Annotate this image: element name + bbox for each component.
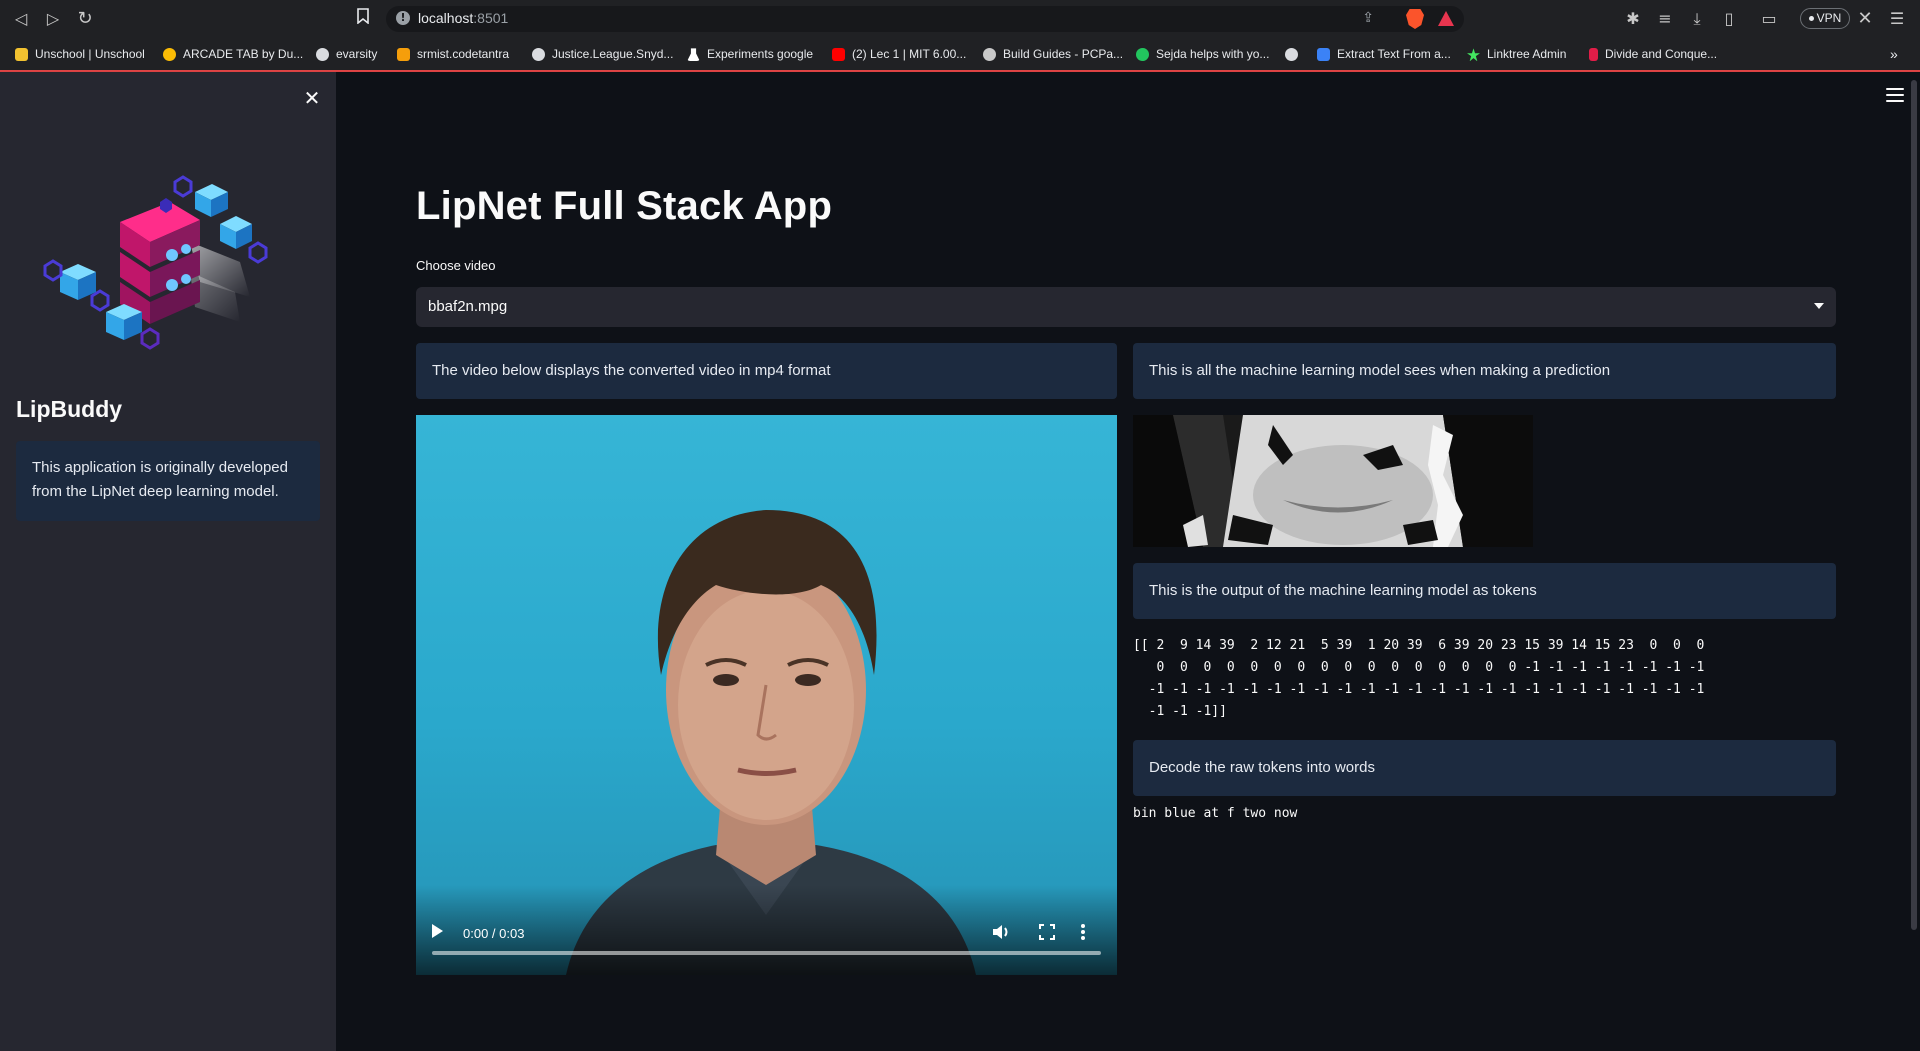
select-label: Choose video: [416, 258, 496, 273]
flask-icon: [687, 48, 700, 62]
menu-icon[interactable]: ☰: [1886, 8, 1908, 30]
bookmark-label: ARCADE TAB by Du...: [183, 47, 304, 61]
extensions-icon[interactable]: ✱: [1622, 8, 1644, 30]
bookmark-label: Sejda helps with yo...: [1156, 47, 1270, 61]
bookmark-label: Extract Text From a...: [1337, 47, 1451, 61]
decoded-words-output: bin blue at f two now: [1133, 806, 1298, 821]
linktree-icon: [1467, 48, 1480, 62]
decode-info-box: Decode the raw tokens into words: [1133, 740, 1836, 796]
profile-icon[interactable]: ✕: [1854, 8, 1876, 30]
wallet-icon[interactable]: ▭: [1758, 8, 1780, 30]
fullscreen-icon[interactable]: [1038, 923, 1056, 941]
bookmark-label: Experiments google: [707, 47, 814, 61]
sidebar-toggle-icon[interactable]: ▯: [1718, 8, 1740, 30]
vpn-label: VPN: [1816, 11, 1842, 25]
video-time: 0:00 / 0:03: [463, 926, 525, 941]
main-content: LipNet Full Stack App Choose video bbaf2…: [336, 72, 1920, 1051]
browser-toolbar: ◁ ▷ ↻ ! localhost:8501 ⇪ ✱ ≡ ⤓ ▯ ▭ VPN ✕…: [0, 0, 1920, 38]
codetantra-icon: [397, 48, 410, 62]
raw-tokens-output: [[ 2 9 14 39 2 12 21 5 39 1 20 39 6 39 2…: [1133, 638, 1705, 719]
back-icon[interactable]: ◁: [10, 8, 32, 30]
extract-icon: [1317, 48, 1330, 62]
bookmark-divide-conquer[interactable]: Divide and Conque...: [1589, 44, 1717, 64]
forward-icon[interactable]: ▷: [42, 8, 64, 30]
globe-icon: [1285, 48, 1298, 62]
youtube-icon: [832, 48, 845, 62]
vpn-button[interactable]: VPN: [1800, 8, 1850, 29]
address-bar[interactable]: ! localhost:8501 ⇪: [386, 6, 1464, 32]
model-input-frame: [1133, 415, 1533, 547]
share-icon[interactable]: ⇪: [1362, 10, 1374, 26]
bookmark-label: Unschool | Unschool: [35, 47, 145, 61]
playlist-icon[interactable]: ≡: [1654, 8, 1676, 30]
bookmark-arcade-tab[interactable]: ARCADE TAB by Du...: [163, 44, 303, 64]
bookmark-label: Build Guides - PCPa...: [1003, 47, 1124, 61]
google-icon: [163, 48, 176, 62]
browser-chrome: ◁ ▷ ↻ ! localhost:8501 ⇪ ✱ ≡ ⤓ ▯ ▭ VPN ✕…: [0, 0, 1920, 72]
close-sidebar-icon[interactable]: ✕: [300, 86, 324, 110]
more-bookmarks-icon[interactable]: »: [1890, 44, 1898, 64]
bookmark-label: Justice.League.Snyd...: [552, 47, 674, 61]
play-icon[interactable]: [432, 924, 443, 938]
video-info-box: The video below displays the converted v…: [416, 343, 1117, 399]
chevron-down-icon: [1814, 303, 1824, 309]
bookmark-evarsity[interactable]: evarsity: [316, 44, 377, 64]
globe-icon: [316, 48, 329, 62]
bookmark-extract-text[interactable]: Extract Text From a...: [1317, 44, 1451, 64]
bookmarks-bar: Unschool | Unschool ARCADE TAB by Du... …: [0, 38, 1920, 70]
main-menu-icon[interactable]: [1886, 88, 1904, 102]
sidebar: ✕ LipBuddy This application is originall…: [0, 72, 336, 1051]
bookmark-pcpartpicker[interactable]: Build Guides - PCPa...: [983, 44, 1123, 64]
bookmark-red-icon: [1589, 48, 1598, 62]
bookmark-justice-league[interactable]: Justice.League.Snyd...: [532, 44, 673, 64]
bookmark-unschool[interactable]: Unschool | Unschool: [15, 44, 145, 64]
pcpartpicker-icon: [983, 48, 996, 62]
sidebar-title: LipBuddy: [16, 396, 123, 422]
tokens-info-box: This is the output of the machine learni…: [1133, 563, 1836, 619]
bookmark-page-icon[interactable]: [352, 8, 374, 30]
sidebar-info-box: This application is originally developed…: [16, 441, 320, 521]
bookmark-linktree[interactable]: Linktree Admin: [1467, 44, 1566, 64]
page-scrollbar[interactable]: [1911, 80, 1917, 930]
brave-shields-icon[interactable]: [1406, 9, 1424, 29]
url-text: localhost:8501: [418, 10, 508, 26]
more-options-icon[interactable]: [1080, 922, 1086, 942]
model-input-info-box: This is all the machine learning model s…: [1133, 343, 1836, 399]
bookmark-codetantra[interactable]: srmist.codetantra: [397, 44, 509, 64]
volume-icon[interactable]: [991, 922, 1011, 942]
server-illustration-logo: [40, 172, 300, 362]
bookmark-sejda[interactable]: Sejda helps with yo...: [1136, 44, 1269, 64]
sejda-icon: [1136, 48, 1149, 62]
url-host: localhost: [418, 10, 474, 26]
download-icon[interactable]: ⤓: [1686, 8, 1708, 30]
vpn-status-dot-icon: [1808, 16, 1814, 22]
video-progress-bar[interactable]: [432, 951, 1101, 955]
url-port: :8501: [473, 10, 509, 26]
unschool-icon: [15, 48, 28, 62]
bookmark-label: (2) Lec 1 | MIT 6.00...: [852, 47, 967, 61]
video-select[interactable]: bbaf2n.mpg: [416, 287, 1836, 327]
site-info-icon[interactable]: !: [396, 11, 410, 25]
reload-icon[interactable]: ↻: [74, 8, 96, 30]
page-title: LipNet Full Stack App: [416, 184, 833, 228]
video-player[interactable]: 0:00 / 0:03: [416, 415, 1117, 975]
bookmark-label: evarsity: [336, 47, 378, 61]
select-value: bbaf2n.mpg: [428, 298, 508, 315]
globe-icon: [532, 48, 545, 62]
bookmark-experiments-google[interactable]: Experiments google: [687, 44, 813, 64]
bookmark-label: Linktree Admin: [1487, 47, 1567, 61]
brave-rewards-icon[interactable]: [1438, 11, 1454, 26]
bookmark-label: srmist.codetantra: [417, 47, 510, 61]
bookmark-mit-lecture[interactable]: (2) Lec 1 | MIT 6.00...: [832, 44, 966, 64]
bookmark-globe[interactable]: [1285, 44, 1305, 64]
bookmark-label: Divide and Conque...: [1605, 47, 1718, 61]
